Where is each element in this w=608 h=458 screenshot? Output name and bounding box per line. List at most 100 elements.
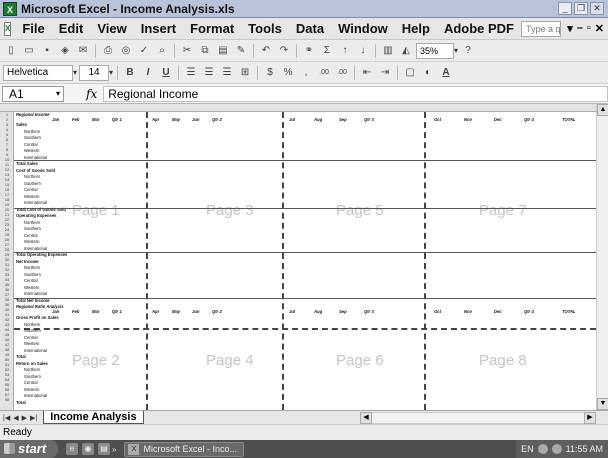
cell-row-label[interactable]: Total Sales: [16, 161, 38, 166]
cell-month-header[interactable]: Feb: [72, 117, 79, 122]
tab-income-analysis[interactable]: Income Analysis: [43, 411, 144, 424]
decrease-decimal-button[interactable]: .00: [334, 65, 350, 81]
cell-month-header[interactable]: Qtr 4: [524, 309, 534, 314]
cell-month-header[interactable]: Qtr 2: [212, 117, 222, 122]
horizontal-scrollbar[interactable]: ◀ ▶: [360, 411, 596, 424]
cell-month-header[interactable]: Oct: [434, 117, 441, 122]
underline-button[interactable]: U: [158, 65, 174, 81]
cell-ratio-label[interactable]: Central: [24, 380, 38, 385]
vertical-scrollbar[interactable]: ▲ ▼: [596, 104, 608, 410]
decrease-indent-icon[interactable]: ⇤: [359, 65, 375, 81]
cell-ratio-label[interactable]: Western: [24, 341, 40, 346]
cell-ratio-label[interactable]: International: [24, 393, 47, 398]
first-sheet-icon[interactable]: |◀: [3, 414, 10, 422]
bold-button[interactable]: B: [122, 65, 138, 81]
scroll-down-icon[interactable]: ▼: [597, 398, 608, 410]
cell-row-label[interactable]: Western: [24, 194, 40, 199]
restore-workbook-icon[interactable]: ▫: [587, 22, 591, 35]
cell-ratio-label[interactable]: Total: [16, 400, 26, 405]
cut-icon[interactable]: ✂: [179, 43, 195, 59]
undo-icon[interactable]: ↶: [258, 43, 274, 59]
cell-row-label[interactable]: Northern: [24, 174, 40, 179]
cell-row-label[interactable]: Central: [24, 233, 38, 238]
cell-ratio-label[interactable]: Northern: [24, 322, 40, 327]
cell-month-header[interactable]: TOTAL: [562, 309, 576, 314]
cell-row-label[interactable]: Net Income: [16, 259, 39, 264]
cell-ratio-label[interactable]: International: [24, 348, 47, 353]
dropdown-icon[interactable]: ▾: [567, 22, 573, 35]
restore-button[interactable]: ❐: [574, 2, 588, 15]
cell-row-label[interactable]: Operating Expenses: [16, 213, 57, 218]
cell-ratio-label[interactable]: Total: [16, 354, 26, 359]
cell-month-header[interactable]: Jun: [192, 117, 199, 122]
cell-row-label[interactable]: International: [24, 291, 47, 296]
zoom-select[interactable]: 35%: [416, 42, 454, 59]
menu-format[interactable]: Format: [183, 21, 241, 36]
cell-month-header[interactable]: Oct: [434, 309, 441, 314]
font-size-select[interactable]: 14: [79, 64, 110, 81]
cell-month-header[interactable]: Nov: [464, 309, 472, 314]
autosum-icon[interactable]: Σ: [319, 43, 335, 59]
cell-month-header[interactable]: Jun: [192, 309, 199, 314]
cell-row-label[interactable]: Northern: [24, 129, 40, 134]
font-dropdown-icon[interactable]: ▾: [73, 68, 77, 77]
network-icon[interactable]: [537, 444, 548, 454]
cell-month-header[interactable]: Apr: [152, 117, 159, 122]
page-break-vertical[interactable]: [424, 112, 426, 410]
cell-row-label[interactable]: Southern: [24, 135, 41, 140]
cell-ratio-label[interactable]: Gross Profit on Sales: [16, 315, 59, 320]
italic-button[interactable]: I: [140, 65, 156, 81]
hyperlink-icon[interactable]: ⚭: [301, 43, 317, 59]
cell-row-label[interactable]: Southern: [24, 181, 41, 186]
name-box-dropdown-icon[interactable]: ▾: [56, 87, 60, 101]
print-icon[interactable]: ⎙: [100, 43, 116, 59]
close-button[interactable]: ✕: [590, 2, 604, 15]
cell-month-header[interactable]: Apr: [152, 309, 159, 314]
cell-row-label[interactable]: Cost of Goods Sold: [16, 168, 55, 173]
cell-row-label[interactable]: International: [24, 200, 47, 205]
sort-descending-icon[interactable]: ↓: [355, 43, 371, 59]
cell-month-header[interactable]: TOTAL: [562, 117, 576, 122]
cell-month-header[interactable]: May: [172, 309, 180, 314]
cell-month-header[interactable]: Qtr 3: [364, 309, 374, 314]
menu-file[interactable]: File: [15, 21, 51, 36]
minimize-workbook-icon[interactable]: –: [577, 22, 583, 35]
research-icon[interactable]: ⌕: [154, 43, 170, 59]
cell-row-label[interactable]: Western: [24, 239, 40, 244]
close-workbook-icon[interactable]: ✕: [595, 22, 604, 35]
chart-wizard-icon[interactable]: ▥: [380, 43, 396, 59]
cell-month-header[interactable]: Jan: [52, 309, 59, 314]
excel-icon[interactable]: X: [3, 1, 17, 16]
name-box[interactable]: A1 ▾: [2, 85, 64, 102]
print-preview-icon[interactable]: ◎: [118, 43, 134, 59]
scroll-left-icon[interactable]: ◀: [360, 411, 372, 424]
menu-edit[interactable]: Edit: [52, 21, 91, 36]
volume-icon[interactable]: [551, 444, 562, 454]
row-number[interactable]: 58: [0, 397, 14, 402]
cell-month-header[interactable]: Jul: [289, 309, 295, 314]
align-center-icon[interactable]: ☰: [201, 65, 217, 81]
cell-month-header[interactable]: Mar: [92, 309, 99, 314]
cell-row-label[interactable]: International: [24, 155, 47, 160]
row-headers[interactable]: 1 2 3 4 5 6 7 8 9 10 11 12 13 14 15 16 17 18 19 20 21 22 23 24 2…: [0, 112, 14, 410]
align-left-icon[interactable]: ☰: [183, 65, 199, 81]
cell-row-label[interactable]: Southern: [24, 272, 41, 277]
cell-month-header[interactable]: Aug: [314, 309, 322, 314]
email-icon[interactable]: ✉: [75, 43, 91, 59]
menu-window[interactable]: Window: [331, 21, 395, 36]
cell-ratio-label[interactable]: Northern: [24, 367, 40, 372]
currency-button[interactable]: $: [262, 65, 278, 81]
menu-tools[interactable]: Tools: [241, 21, 289, 36]
minimize-button[interactable]: _: [558, 2, 572, 15]
explorer-icon[interactable]: ▤: [98, 443, 110, 455]
sort-ascending-icon[interactable]: ↑: [337, 43, 353, 59]
worksheet-grid[interactable]: 1 2 3 4 5 6 7 8 9 10 11 12 13 14 15 16 17 18 19 20 21 22 23 24 2…: [0, 104, 596, 410]
cell-row-label[interactable]: Northern: [24, 220, 40, 225]
menu-view[interactable]: View: [90, 21, 133, 36]
cell-month-header[interactable]: Nov: [464, 117, 472, 122]
help-icon[interactable]: ?: [460, 43, 476, 59]
increase-indent-icon[interactable]: ⇥: [377, 65, 393, 81]
browser-icon[interactable]: e: [66, 443, 78, 455]
workbook-icon[interactable]: X: [4, 21, 12, 36]
menu-help[interactable]: Help: [395, 21, 437, 36]
